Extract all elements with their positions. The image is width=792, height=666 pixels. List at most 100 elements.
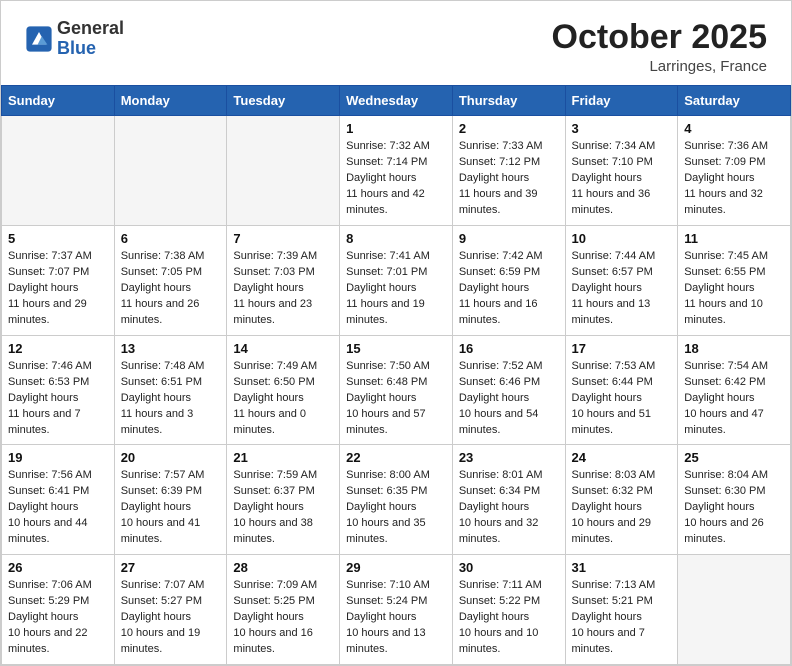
cell-content: Sunrise: 7:13 AMSunset: 5:21 PMDaylight … <box>572 578 672 658</box>
weekday-header-friday: Friday <box>565 86 678 116</box>
calendar-cell: 7Sunrise: 7:39 AMSunset: 7:03 PMDaylight… <box>227 226 340 336</box>
day-number: 10 <box>572 231 672 246</box>
day-number: 22 <box>346 450 446 465</box>
calendar-cell: 1 Sunrise: 7:32 AMSunset: 7:14 PMDaylight… <box>340 116 453 226</box>
day-number: 5 <box>8 231 108 246</box>
day-number: 16 <box>459 341 559 356</box>
calendar-cell: 14 Sunrise: 7:49 AMSunset: 6:50 PMDayligh… <box>227 335 340 445</box>
logo-icon <box>25 25 53 53</box>
day-number: 8 <box>346 231 446 246</box>
logo-general: General <box>57 18 124 38</box>
day-number: 11 <box>684 231 784 246</box>
cell-content: Sunrise: 7:32 AMSunset: 7:14 PMDaylight … <box>346 139 446 219</box>
day-number: 20 <box>121 450 221 465</box>
location: Larringes, France <box>552 58 767 75</box>
calendar-cell: 16 Sunrise: 7:52 AMSunset: 6:46 PMDayligh… <box>452 335 565 445</box>
calendar-cell: 29 Sunrise: 7:10 AMSunset: 5:24 PMDayligh… <box>340 555 453 665</box>
weekday-header-monday: Monday <box>114 86 227 116</box>
week-row-1: 5 Sunrise: 7:37 AMSunset: 7:07 PMDaylight… <box>2 226 791 336</box>
title-section: October 2025 Larringes, France <box>552 19 767 75</box>
cell-content: Sunrise: 7:54 AMSunset: 6:42 PMDaylight … <box>684 359 784 439</box>
cell-content: Sunrise: 7:06 AMSunset: 5:29 PMDaylight … <box>8 578 108 658</box>
calendar-cell: 18 Sunrise: 7:54 AMSunset: 6:42 PMDayligh… <box>678 335 791 445</box>
day-number: 23 <box>459 450 559 465</box>
cell-content: Sunrise: 7:37 AMSunset: 7:07 PMDaylight … <box>8 249 108 329</box>
day-number: 1 <box>346 121 446 136</box>
day-number: 29 <box>346 560 446 575</box>
calendar-cell: 12Sunrise: 7:46 AMSunset: 6:53 PMDayligh… <box>2 335 115 445</box>
calendar-cell: 22Sunrise: 8:00 AMSunset: 6:35 PMDayligh… <box>340 445 453 555</box>
calendar-cell: 19 Sunrise: 7:56 AMSunset: 6:41 PMDayligh… <box>2 445 115 555</box>
weekday-header-saturday: Saturday <box>678 86 791 116</box>
cell-content: Sunrise: 7:09 AMSunset: 5:25 PMDaylight … <box>233 578 333 658</box>
calendar-cell: 11 Sunrise: 7:45 AMSunset: 6:55 PMDayligh… <box>678 226 791 336</box>
calendar-cell: 24Sunrise: 8:03 AMSunset: 6:32 PMDayligh… <box>565 445 678 555</box>
day-number: 6 <box>121 231 221 246</box>
month-title: October 2025 <box>552 19 767 56</box>
day-number: 13 <box>121 341 221 356</box>
calendar-cell <box>114 116 227 226</box>
logo-text: General Blue <box>57 19 124 59</box>
cell-content: Sunrise: 7:41 AMSunset: 7:01 PMDaylight … <box>346 249 446 329</box>
calendar-cell: 26 Sunrise: 7:06 AMSunset: 5:29 PMDayligh… <box>2 555 115 665</box>
calendar-cell: 5 Sunrise: 7:37 AMSunset: 7:07 PMDaylight… <box>2 226 115 336</box>
day-number: 27 <box>121 560 221 575</box>
week-row-0: 1 Sunrise: 7:32 AMSunset: 7:14 PMDaylight… <box>2 116 791 226</box>
cell-content: Sunrise: 7:39 AMSunset: 7:03 PMDaylight … <box>233 249 333 329</box>
day-number: 25 <box>684 450 784 465</box>
cell-content: Sunrise: 7:49 AMSunset: 6:50 PMDaylight … <box>233 359 333 439</box>
calendar-page: General Blue October 2025 Larringes, Fra… <box>0 0 792 666</box>
day-number: 14 <box>233 341 333 356</box>
calendar-cell: 9Sunrise: 7:42 AMSunset: 6:59 PMDaylight… <box>452 226 565 336</box>
cell-content: Sunrise: 7:57 AMSunset: 6:39 PMDaylight … <box>121 468 221 548</box>
logo-blue: Blue <box>57 38 96 58</box>
cell-content: Sunrise: 7:42 AMSunset: 6:59 PMDaylight … <box>459 249 559 329</box>
cell-content: Sunrise: 8:01 AMSunset: 6:34 PMDaylight … <box>459 468 559 548</box>
calendar-cell: 23 Sunrise: 8:01 AMSunset: 6:34 PMDayligh… <box>452 445 565 555</box>
calendar-cell: 17 Sunrise: 7:53 AMSunset: 6:44 PMDayligh… <box>565 335 678 445</box>
calendar-cell: 2 Sunrise: 7:33 AMSunset: 7:12 PMDaylight… <box>452 116 565 226</box>
calendar-cell: 15Sunrise: 7:50 AMSunset: 6:48 PMDayligh… <box>340 335 453 445</box>
calendar-cell: 31 Sunrise: 7:13 AMSunset: 5:21 PMDayligh… <box>565 555 678 665</box>
cell-content: Sunrise: 7:52 AMSunset: 6:46 PMDaylight … <box>459 359 559 439</box>
cell-content: Sunrise: 7:33 AMSunset: 7:12 PMDaylight … <box>459 139 559 219</box>
weekday-header-sunday: Sunday <box>2 86 115 116</box>
day-number: 21 <box>233 450 333 465</box>
cell-content: Sunrise: 7:53 AMSunset: 6:44 PMDaylight … <box>572 359 672 439</box>
calendar-table: SundayMondayTuesdayWednesdayThursdayFrid… <box>1 85 791 664</box>
day-number: 31 <box>572 560 672 575</box>
cell-content: Sunrise: 7:45 AMSunset: 6:55 PMDaylight … <box>684 249 784 329</box>
cell-content: Sunrise: 7:11 AMSunset: 5:22 PMDaylight … <box>459 578 559 658</box>
day-number: 30 <box>459 560 559 575</box>
day-number: 18 <box>684 341 784 356</box>
cell-content: Sunrise: 7:07 AMSunset: 5:27 PMDaylight … <box>121 578 221 658</box>
calendar-cell: 8 Sunrise: 7:41 AMSunset: 7:01 PMDaylight… <box>340 226 453 336</box>
header: General Blue October 2025 Larringes, Fra… <box>1 1 791 85</box>
cell-content: Sunrise: 7:48 AMSunset: 6:51 PMDaylight … <box>121 359 221 439</box>
calendar-cell: 27 Sunrise: 7:07 AMSunset: 5:27 PMDayligh… <box>114 555 227 665</box>
weekday-header-row: SundayMondayTuesdayWednesdayThursdayFrid… <box>2 86 791 116</box>
calendar-cell: 3Sunrise: 7:34 AMSunset: 7:10 PMDaylight… <box>565 116 678 226</box>
cell-content: Sunrise: 8:03 AMSunset: 6:32 PMDaylight … <box>572 468 672 548</box>
cell-content: Sunrise: 7:56 AMSunset: 6:41 PMDaylight … <box>8 468 108 548</box>
week-row-2: 12Sunrise: 7:46 AMSunset: 6:53 PMDayligh… <box>2 335 791 445</box>
calendar-cell: 28Sunrise: 7:09 AMSunset: 5:25 PMDayligh… <box>227 555 340 665</box>
weekday-header-thursday: Thursday <box>452 86 565 116</box>
calendar-cell <box>678 555 791 665</box>
week-row-3: 19 Sunrise: 7:56 AMSunset: 6:41 PMDayligh… <box>2 445 791 555</box>
cell-content: Sunrise: 7:46 AMSunset: 6:53 PMDaylight … <box>8 359 108 439</box>
day-number: 3 <box>572 121 672 136</box>
day-number: 19 <box>8 450 108 465</box>
calendar-cell: 13 Sunrise: 7:48 AMSunset: 6:51 PMDayligh… <box>114 335 227 445</box>
calendar-cell: 10 Sunrise: 7:44 AMSunset: 6:57 PMDayligh… <box>565 226 678 336</box>
day-number: 4 <box>684 121 784 136</box>
day-number: 17 <box>572 341 672 356</box>
day-number: 26 <box>8 560 108 575</box>
cell-content: Sunrise: 8:04 AMSunset: 6:30 PMDaylight … <box>684 468 784 548</box>
cell-content: Sunrise: 7:38 AMSunset: 7:05 PMDaylight … <box>121 249 221 329</box>
cell-content: Sunrise: 7:10 AMSunset: 5:24 PMDaylight … <box>346 578 446 658</box>
cell-content: Sunrise: 7:44 AMSunset: 6:57 PMDaylight … <box>572 249 672 329</box>
calendar-cell: 20 Sunrise: 7:57 AMSunset: 6:39 PMDayligh… <box>114 445 227 555</box>
calendar-cell: 30 Sunrise: 7:11 AMSunset: 5:22 PMDayligh… <box>452 555 565 665</box>
day-number: 2 <box>459 121 559 136</box>
